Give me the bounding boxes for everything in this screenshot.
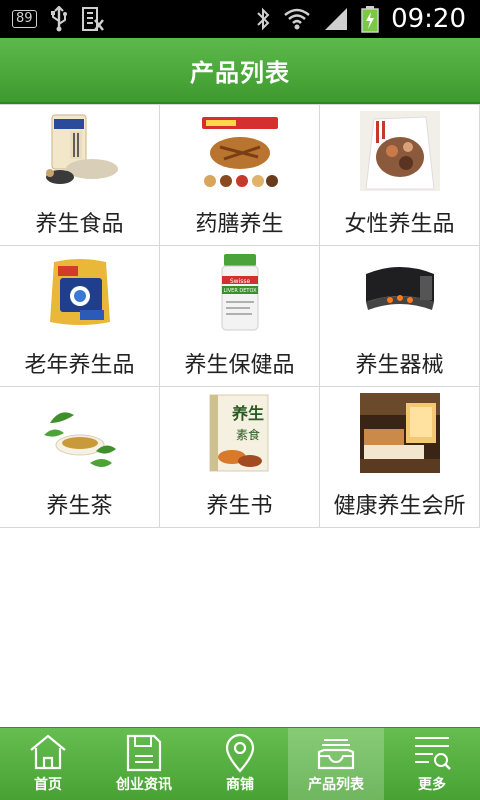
book-image: 养生 素食 (199, 393, 280, 473)
product-label: 养生茶 (46, 494, 113, 519)
screenshot-icon (81, 7, 104, 31)
tea-image (39, 393, 120, 473)
product-label: 养生食品 (35, 212, 124, 237)
spa-room-image (359, 393, 440, 473)
product-label: 健康养生会所 (333, 494, 466, 519)
nav-item-more[interactable]: 更多 (384, 728, 480, 800)
nav-label: 更多 (418, 777, 446, 793)
product-item-health-device[interactable]: 养生器械 (320, 246, 480, 387)
bottle-product-text: LIVER DETOX (223, 288, 257, 294)
product-label: 养生器械 (355, 353, 444, 378)
product-item-health-food[interactable]: 养生食品 (0, 105, 160, 246)
usb-icon (50, 6, 67, 32)
nav-item-shops[interactable]: 商铺 (192, 728, 288, 800)
signal-icon (325, 8, 348, 30)
bluetooth-icon (257, 7, 270, 31)
supplement-bottle-image: Swisse LIVER DETOX (199, 252, 280, 332)
page-title: 产品列表 (190, 58, 290, 87)
list-search-icon (415, 737, 451, 770)
battery-icon (361, 6, 379, 33)
nav-label: 首页 (34, 777, 62, 793)
title-bar: 产品列表 (0, 38, 480, 104)
product-label: 养生保健品 (184, 353, 295, 378)
elderly-health-image (39, 252, 120, 332)
product-item-book[interactable]: 养生 素食 养生书 (160, 387, 320, 528)
nav-item-startup-news[interactable]: 创业资讯 (96, 728, 192, 800)
save-icon (126, 734, 162, 772)
women-health-image (359, 111, 440, 191)
home-icon (30, 734, 66, 770)
product-grid: 养生食品 药膳养生 女性养生品 老年养生品 Swisse LIVER DETOX… (0, 104, 480, 528)
book-title-text: 养生 (230, 404, 263, 423)
nav-label: 产品列表 (308, 777, 364, 793)
status-bar: 89 09:20 (0, 0, 480, 38)
product-item-tea[interactable]: 养生茶 (0, 387, 160, 528)
clock: 09:20 (391, 4, 466, 34)
product-item-spa[interactable]: 健康养生会所 (320, 387, 480, 528)
inbox-tray-icon (317, 739, 355, 770)
product-item-women-health[interactable]: 女性养生品 (320, 105, 480, 246)
nav-label: 创业资讯 (116, 777, 172, 793)
nav-label: 商铺 (226, 777, 254, 793)
medicinal-diet-image (199, 111, 280, 191)
location-pin-icon (225, 733, 255, 773)
bottle-brand-text: Swisse (229, 278, 250, 285)
notification-count-badge: 89 (12, 10, 37, 28)
product-item-elderly-health[interactable]: 老年养生品 (0, 246, 160, 387)
nav-item-home[interactable]: 首页 (0, 728, 96, 800)
nav-item-product-list[interactable]: 产品列表 (288, 728, 384, 800)
product-label: 老年养生品 (24, 353, 135, 378)
wifi-icon (284, 8, 310, 30)
product-label: 药膳养生 (195, 212, 284, 237)
product-label: 女性养生品 (344, 212, 455, 237)
book-subtitle-text: 素食 (235, 427, 259, 442)
product-label: 养生书 (206, 494, 273, 519)
bottom-nav: 首页 创业资讯 商铺 产品列表 更多 (0, 727, 480, 800)
health-food-image (39, 111, 120, 191)
health-device-image (359, 252, 440, 332)
product-item-medicinal-diet[interactable]: 药膳养生 (160, 105, 320, 246)
product-item-supplement[interactable]: Swisse LIVER DETOX 养生保健品 (160, 246, 320, 387)
